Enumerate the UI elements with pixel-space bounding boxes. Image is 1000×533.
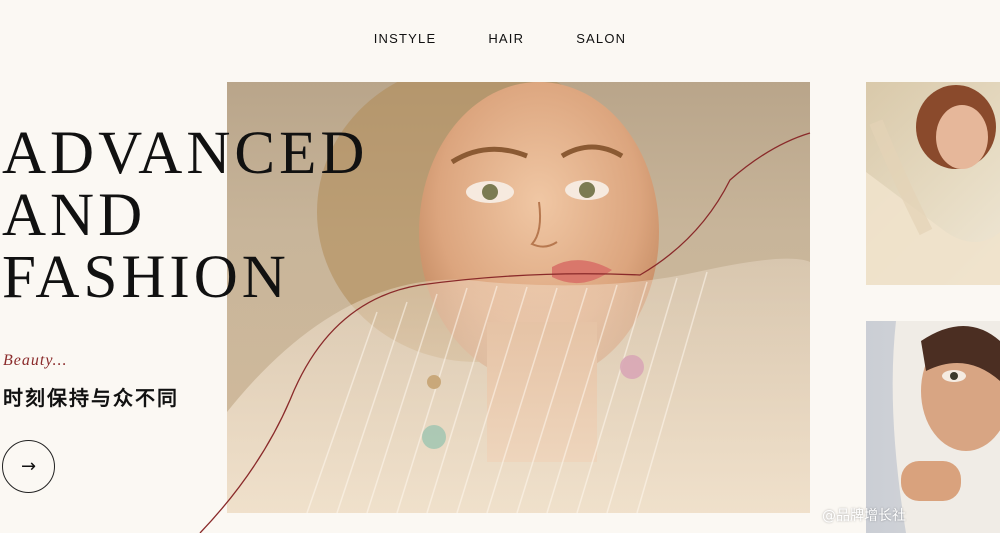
side-photo-top-art — [866, 85, 1000, 285]
side-photo-top — [866, 82, 1000, 285]
watermark: @品牌增长社 — [822, 508, 906, 524]
arrow-right-icon: → — [20, 456, 37, 477]
hero-headline: ADVANCED AND FASHION — [2, 120, 369, 311]
nav-item-salon[interactable]: SALON — [576, 31, 626, 49]
top-nav: INSTYLE HAIR SALON — [0, 31, 1000, 49]
nav-item-instyle[interactable]: INSTYLE — [374, 31, 437, 49]
hero-kicker: Beauty... — [3, 352, 68, 369]
side-photo-bottom — [866, 321, 1000, 533]
side-photo-bottom-art — [866, 321, 1000, 533]
next-button[interactable]: → — [2, 440, 55, 493]
hero-tagline: 时刻保持与众不同 — [3, 386, 179, 410]
nav-item-hair[interactable]: HAIR — [488, 31, 524, 49]
